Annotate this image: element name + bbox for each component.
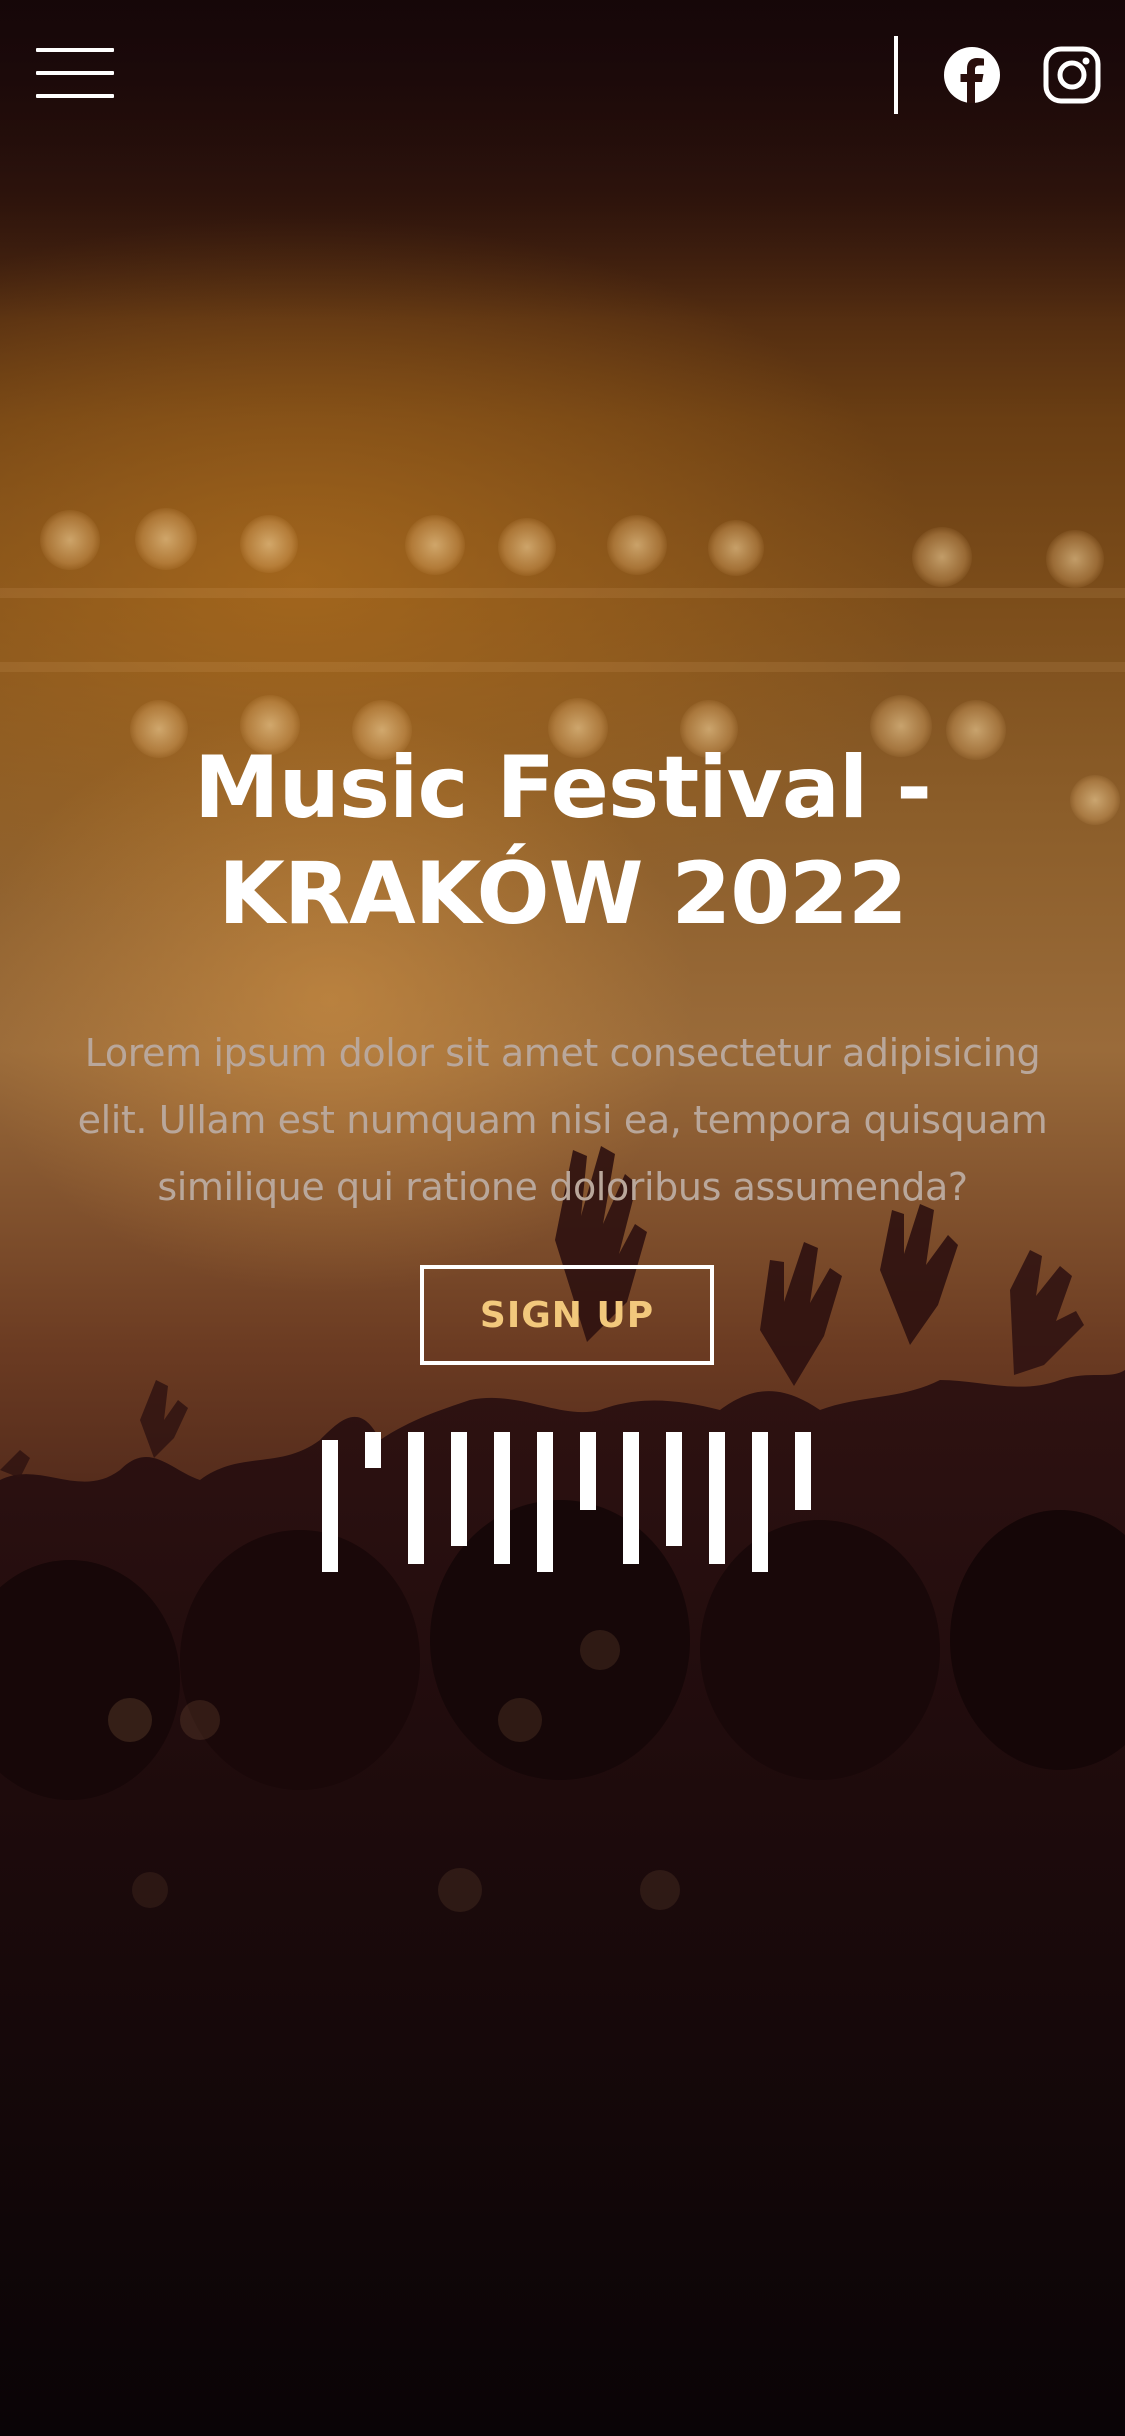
description-line: elit. Ullam est numquam nisi ea, tempora… bbox=[77, 1098, 1048, 1142]
facebook-icon[interactable] bbox=[943, 46, 1001, 104]
sound-wave-icon bbox=[322, 1432, 814, 1572]
hamburger-menu-icon[interactable] bbox=[36, 44, 114, 102]
instagram-icon[interactable] bbox=[1043, 46, 1101, 104]
sign-up-button[interactable]: SIGN UP bbox=[420, 1265, 714, 1365]
description-line: Lorem ipsum dolor sit amet consectetur a… bbox=[84, 1031, 1041, 1075]
hero-description: Lorem ipsum dolor sit amet consectetur a… bbox=[40, 1020, 1085, 1221]
description-line: similique qui ratione doloribus assumend… bbox=[157, 1165, 968, 1209]
page-title: Music Festival - KRAKÓW 2022 bbox=[0, 735, 1125, 947]
title-line: Music Festival - bbox=[194, 738, 932, 838]
title-line: KRAKÓW 2022 bbox=[218, 844, 907, 944]
header-divider bbox=[894, 36, 898, 114]
hero-section: Music Festival - KRAKÓW 2022 Lorem ipsum… bbox=[0, 0, 1125, 2436]
